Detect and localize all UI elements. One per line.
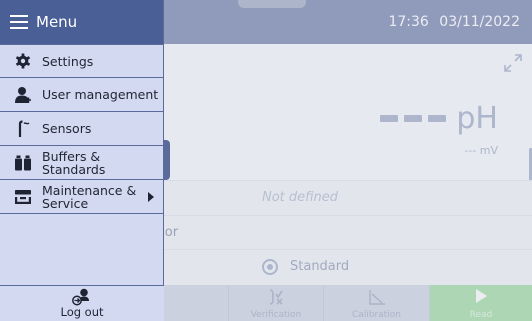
menu-item-label: Settings (42, 53, 94, 69)
user-icon (14, 86, 32, 104)
menu-drawer: Menu Settings User management Sensors Bu… (0, 0, 164, 321)
menu-item-settings[interactable]: Settings (0, 44, 163, 78)
logout-icon (72, 288, 89, 306)
menu-item-maintenance-service[interactable]: Maintenance & Service (0, 180, 163, 214)
menu-item-label: Maintenance & Service (42, 182, 137, 211)
menu-item-label: Sensors (42, 121, 92, 136)
menu-title: Menu (36, 13, 78, 31)
maintenance-icon (14, 188, 32, 206)
submenu-arrow-icon (148, 192, 154, 202)
menu-item-label: User management (42, 87, 159, 102)
drawer-handle[interactable] (164, 140, 170, 180)
menu-item-user-management[interactable]: User management (0, 78, 163, 112)
menu-header[interactable]: Menu (0, 0, 163, 44)
buffers-icon (14, 154, 32, 172)
gear-icon (14, 52, 32, 70)
logout-label: Log out (60, 305, 104, 319)
sensor-icon (14, 119, 32, 138)
menu-item-label: Buffers & Standards (42, 148, 106, 177)
menu-item-sensors[interactable]: Sensors (0, 112, 163, 146)
logout-button[interactable]: Log out (0, 285, 164, 321)
menu-item-buffers-standards[interactable]: Buffers & Standards (0, 146, 163, 180)
hamburger-icon[interactable] (10, 15, 28, 29)
